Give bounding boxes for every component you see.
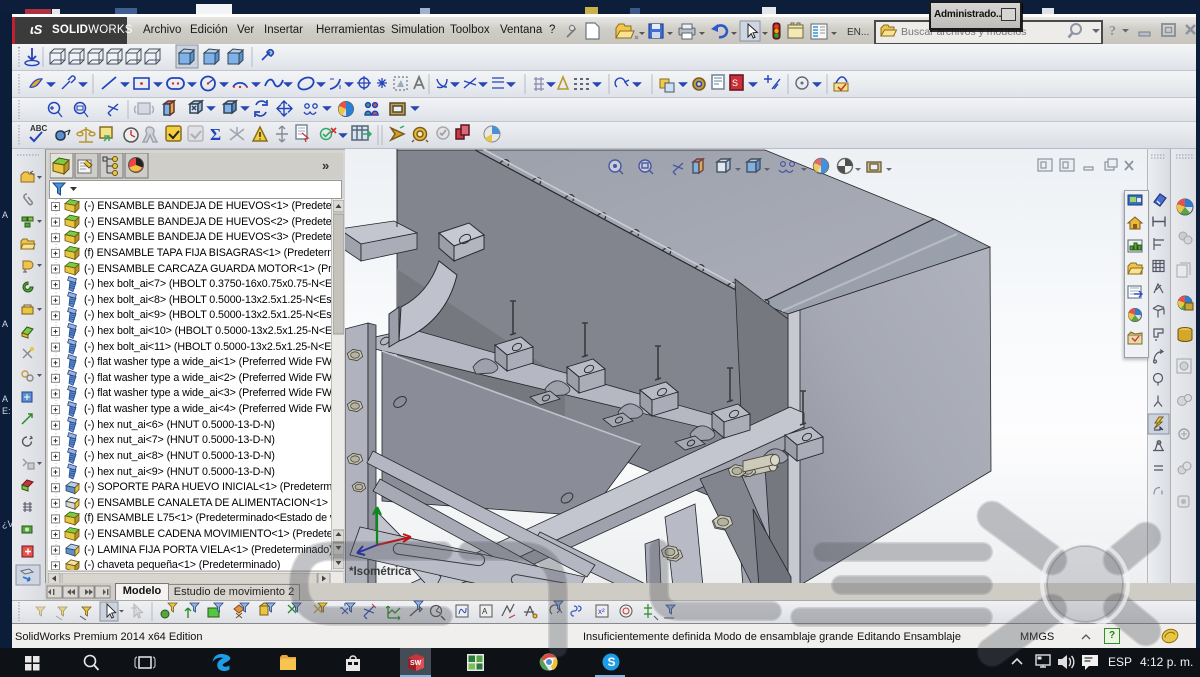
svg-text:A: A — [482, 607, 488, 616]
svg-text:ESP: ESP — [1108, 655, 1132, 669]
svg-text:Σ: Σ — [210, 125, 221, 144]
svg-text:S: S — [732, 78, 738, 88]
svg-text:EN...: EN... — [847, 27, 869, 38]
svg-text:x²: x² — [598, 607, 605, 616]
svg-text:SW: SW — [410, 660, 422, 667]
svg-text:?: ? — [1109, 24, 1116, 39]
svg-text:»: » — [322, 158, 329, 173]
svg-text:S: S — [608, 655, 616, 669]
svg-text:4:12 p. m.: 4:12 p. m. — [1140, 655, 1193, 669]
svg-text:*Isométrica: *Isométrica — [349, 566, 412, 578]
svg-text:ABC: ABC — [30, 124, 48, 133]
